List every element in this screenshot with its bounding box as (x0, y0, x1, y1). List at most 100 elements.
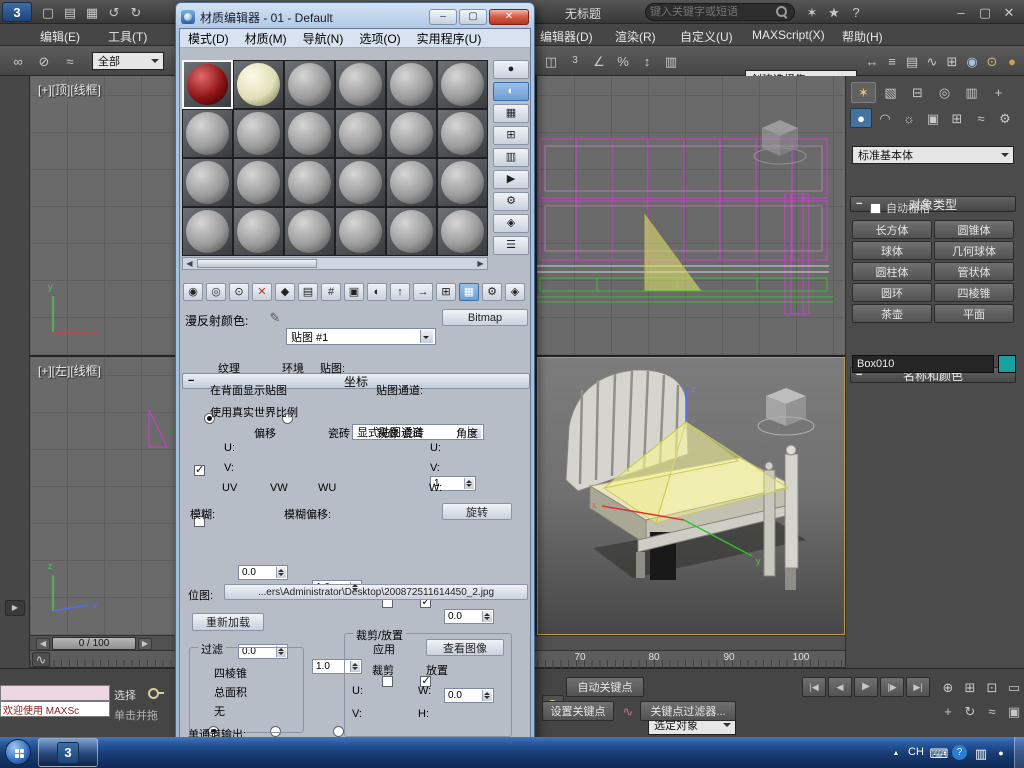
material-slot[interactable] (233, 60, 284, 109)
key-filters-button[interactable]: 关键点过滤器... (640, 701, 736, 721)
rotate-button[interactable]: 旋转 (442, 503, 512, 520)
map-name-dropdown[interactable]: 贴图 #1 (286, 328, 436, 345)
render-icon[interactable] (1002, 49, 1022, 73)
show-end-result-icon[interactable] (344, 283, 364, 301)
network-tray-icon[interactable] (992, 744, 1010, 762)
button-plane[interactable]: 平面 (934, 304, 1014, 323)
zoom-icon[interactable] (938, 677, 958, 697)
material-slot[interactable] (386, 207, 437, 256)
zoom-all-icon[interactable] (960, 677, 980, 697)
button-box[interactable]: 长方体 (852, 220, 932, 239)
button-tube[interactable]: 管状体 (934, 262, 1014, 281)
tab-create[interactable] (851, 82, 876, 103)
window-close-icon[interactable] (998, 2, 1020, 22)
render-setup-icon[interactable] (982, 49, 1002, 73)
search-icon[interactable] (774, 4, 790, 20)
material-editor-icon[interactable] (962, 49, 982, 73)
scroll-left-icon[interactable] (183, 258, 196, 269)
reload-button[interactable]: 重新加载 (192, 613, 264, 631)
infocenter-search[interactable] (645, 3, 795, 21)
select-and-link-icon[interactable] (6, 49, 30, 73)
selection-lock-icon[interactable] (144, 684, 166, 702)
save-file-icon[interactable] (82, 2, 102, 22)
undo-icon[interactable] (104, 2, 124, 22)
viewport-left-label[interactable]: [+][左][线框] (38, 362, 101, 379)
menu-edit[interactable]: 编辑(E) (40, 28, 80, 45)
subtab-shapes[interactable] (874, 108, 896, 128)
material-id-icon[interactable] (321, 283, 341, 301)
tab-modify[interactable] (878, 82, 903, 103)
pick-material-icon[interactable] (505, 283, 525, 301)
subtab-lights[interactable] (898, 108, 920, 128)
set-key-button[interactable]: 设置关键点 (542, 701, 614, 721)
material-slot[interactable] (284, 109, 335, 158)
schematic-view-icon[interactable] (942, 49, 962, 73)
object-color-swatch[interactable] (998, 355, 1016, 373)
material-slot[interactable] (182, 60, 233, 109)
selection-filter-dropdown[interactable]: 全部 (92, 52, 164, 70)
show-desktop-button[interactable] (1014, 737, 1024, 768)
menu-options[interactable]: 选项(O) (359, 30, 400, 47)
show-map-on-back-checkbox[interactable] (194, 463, 205, 476)
button-torus[interactable]: 圆环 (852, 283, 932, 302)
menu-navigation[interactable]: 导航(N) (303, 30, 344, 47)
scroll-right-icon[interactable] (474, 258, 487, 269)
new-scene-icon[interactable] (38, 2, 58, 22)
map-type-button[interactable]: Bitmap (442, 309, 528, 326)
get-material-icon[interactable] (183, 283, 203, 301)
make-unique-icon[interactable] (275, 283, 295, 301)
menu-tools[interactable]: 工具(T) (108, 28, 147, 45)
tab-utilities[interactable] (986, 82, 1011, 103)
subtab-geometry[interactable] (850, 108, 872, 128)
material-slot[interactable] (386, 158, 437, 207)
redo-icon[interactable] (126, 2, 146, 22)
previous-frame-icon[interactable] (36, 638, 50, 650)
layer-manager-icon[interactable] (902, 49, 922, 73)
keyboard-layout-icon[interactable] (930, 744, 948, 762)
play-button[interactable] (854, 677, 878, 697)
sample-tiling-icon[interactable] (493, 126, 529, 145)
assign-material-icon[interactable] (229, 283, 249, 301)
backlight-icon[interactable] (493, 82, 529, 101)
viewport-perspective[interactable]: z x y (537, 357, 845, 635)
macro-recorder-line[interactable] (0, 685, 110, 701)
language-indicator[interactable]: CH (908, 746, 924, 758)
window-restore-icon[interactable] (974, 2, 996, 22)
viewport-front[interactable] (537, 76, 845, 355)
search-input[interactable] (650, 6, 774, 18)
window-crossing-icon[interactable] (540, 49, 562, 73)
material-slot[interactable] (335, 109, 386, 158)
mirror-icon[interactable] (862, 49, 882, 73)
action-center-icon[interactable] (952, 745, 967, 760)
material-slot[interactable] (284, 60, 335, 109)
material-slot[interactable] (335, 207, 386, 256)
go-to-parent-icon[interactable] (390, 283, 410, 301)
zoom-extents-icon[interactable] (982, 677, 1002, 697)
next-key-button[interactable] (880, 677, 904, 697)
application-menu-button[interactable] (2, 2, 32, 22)
show-standard-map-icon[interactable] (367, 283, 387, 301)
show-hidden-icons-icon[interactable] (888, 745, 904, 761)
reset-map-icon[interactable] (252, 283, 272, 301)
maxscript-listener-line[interactable]: 欢迎使用 MAXSc (0, 701, 110, 717)
subtab-helpers[interactable] (946, 108, 968, 128)
menu-help[interactable]: 帮助(H) (842, 28, 883, 45)
button-pyramid[interactable]: 四棱锥 (934, 283, 1014, 302)
unlink-selection-icon[interactable] (32, 49, 56, 73)
button-cone[interactable]: 圆锥体 (934, 220, 1014, 239)
material-slot[interactable] (386, 60, 437, 109)
spinner-snap-icon[interactable] (636, 49, 658, 73)
bind-to-spacewarp-icon[interactable] (58, 49, 82, 73)
open-file-icon[interactable] (60, 2, 80, 22)
taskbar-app-3dsmax[interactable] (38, 738, 98, 767)
menu-rendering[interactable]: 渲染(R) (615, 28, 656, 45)
angle-snap-icon[interactable] (588, 49, 610, 73)
material-slot[interactable] (182, 109, 233, 158)
percent-snap-icon[interactable] (612, 49, 634, 73)
dialog-minimize-icon[interactable] (429, 9, 457, 25)
menu-material[interactable]: 材质(M) (245, 30, 287, 47)
dialog-maximize-icon[interactable] (459, 9, 487, 25)
edit-named-sets-icon[interactable] (660, 49, 682, 73)
subtab-spacewarps[interactable] (970, 108, 992, 128)
material-editor-titlebar[interactable]: 材质编辑器 - 01 - Default (179, 6, 531, 28)
